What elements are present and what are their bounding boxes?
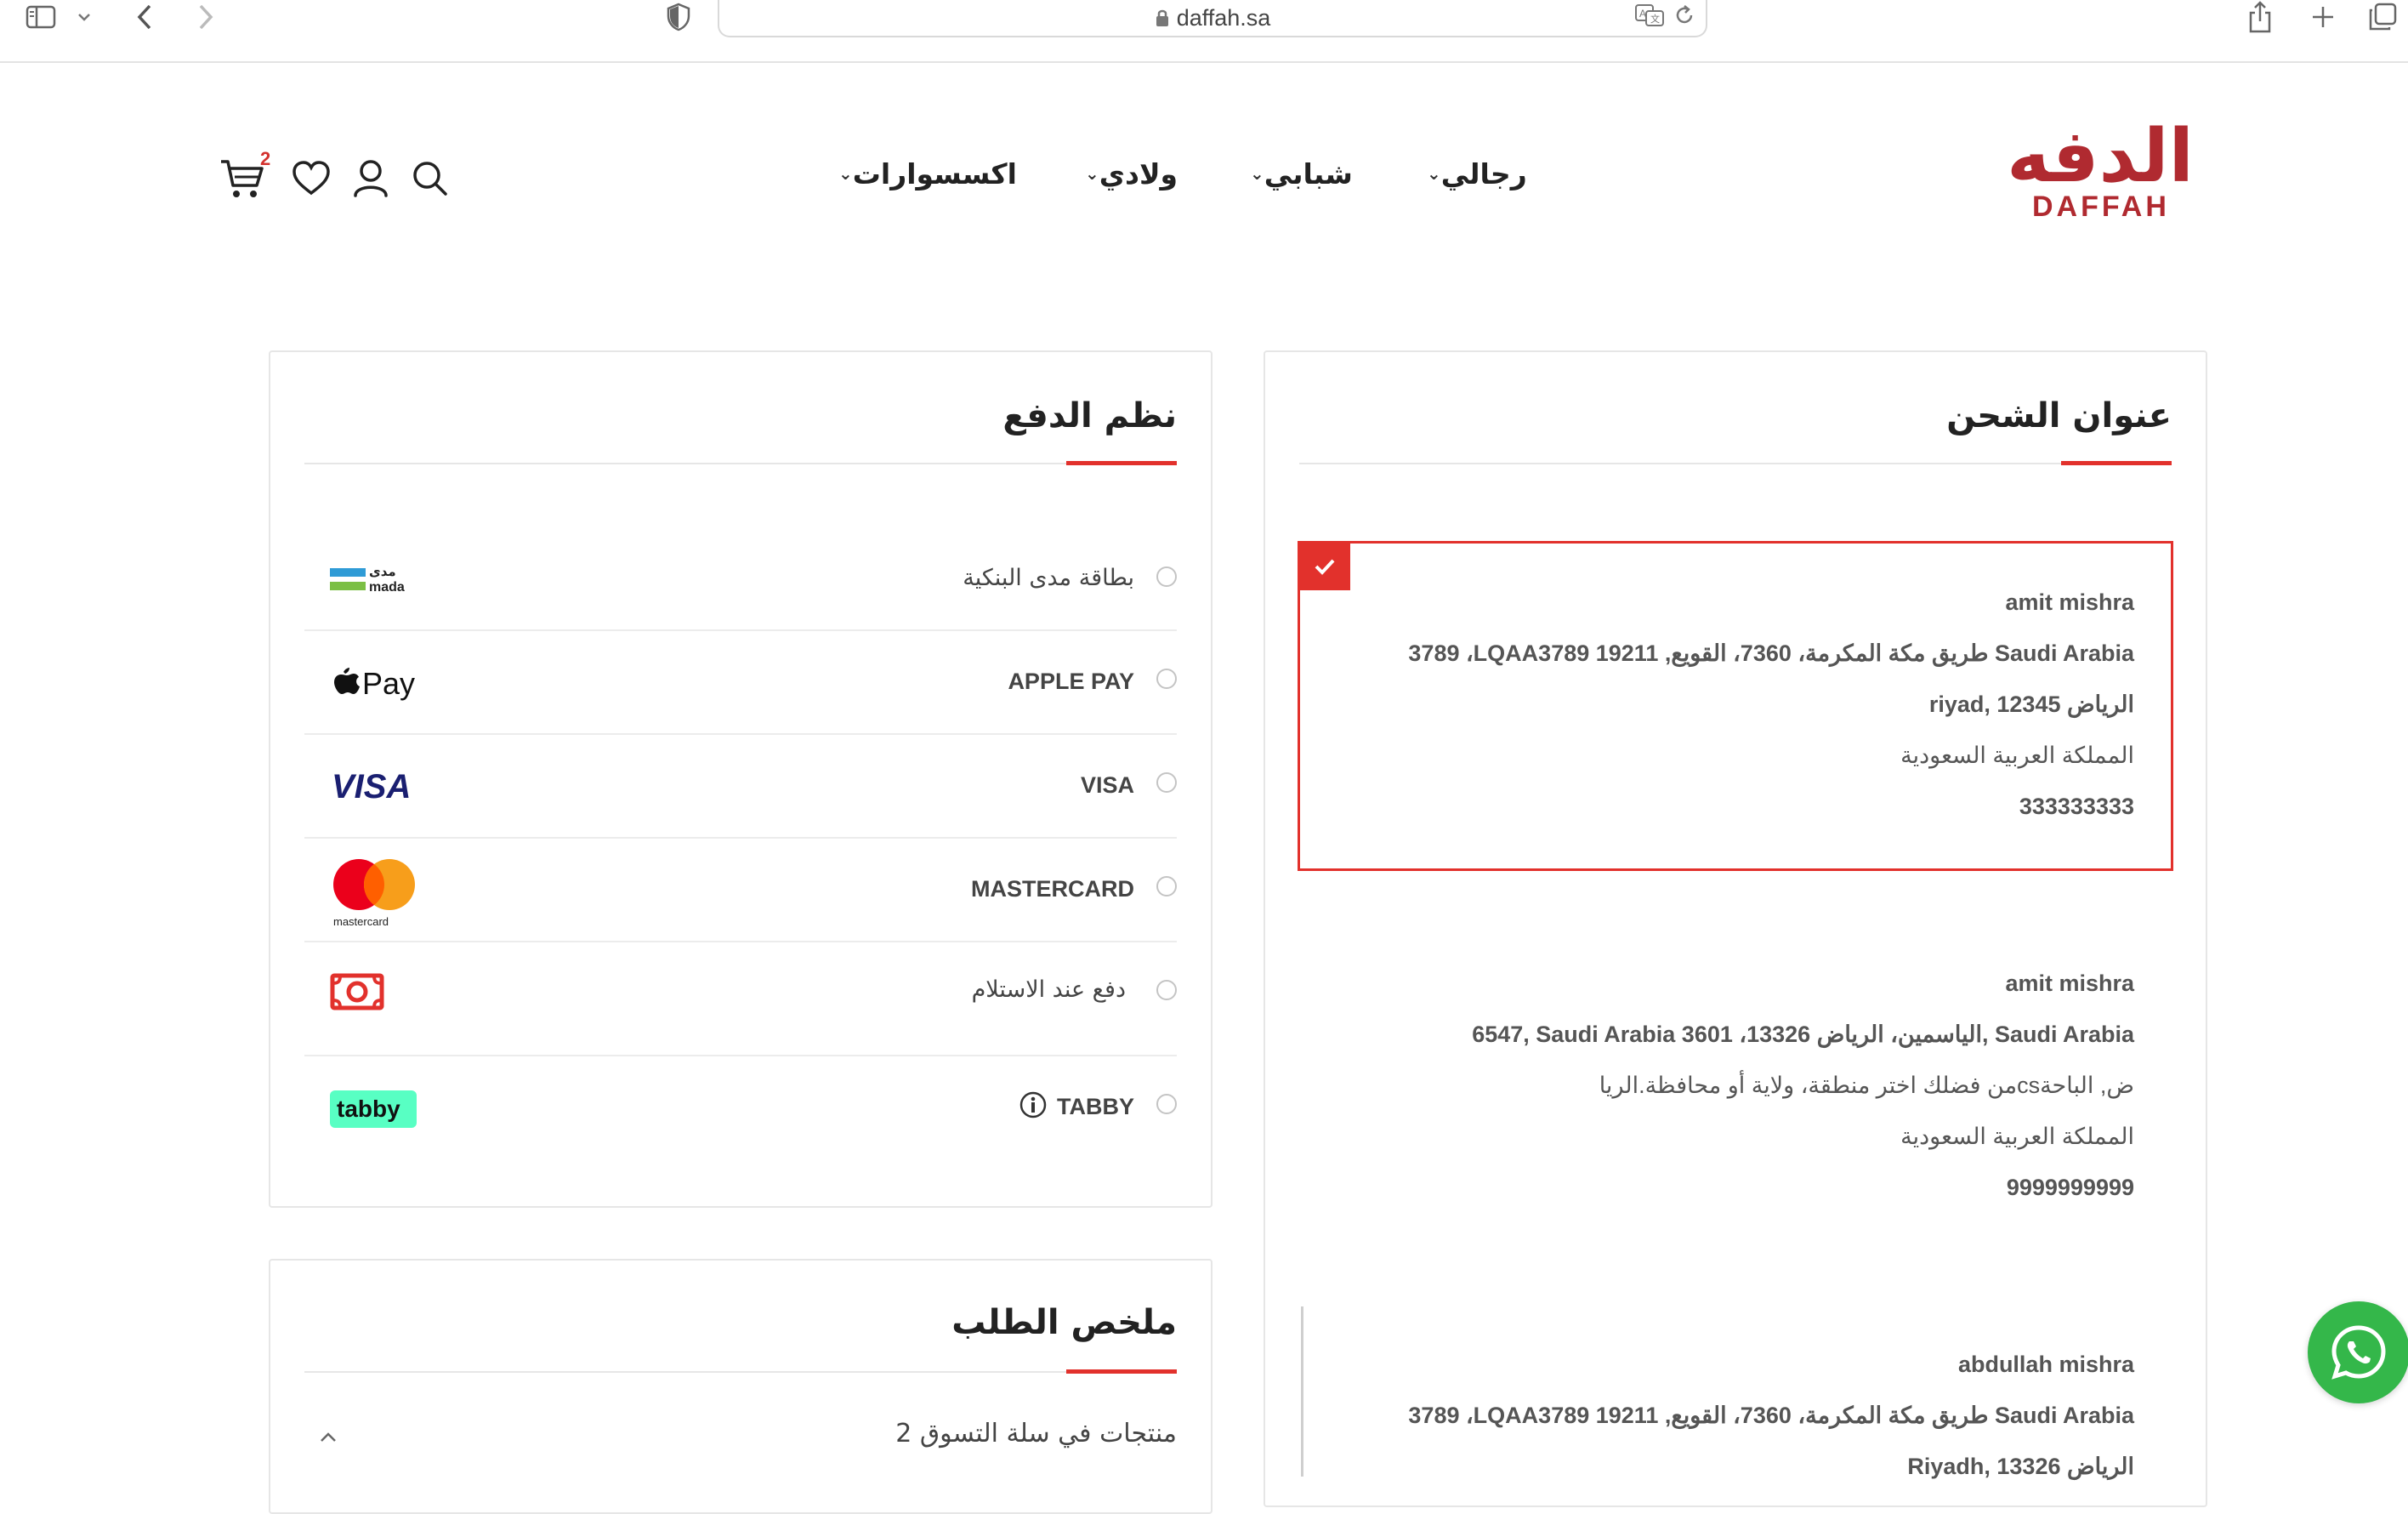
divider xyxy=(1299,463,2172,464)
payment-option-visa[interactable]: VISA VISA xyxy=(304,735,1177,839)
new-tab-icon[interactable] xyxy=(2306,0,2340,34)
browser-toolbar: daffah.sa A文 xyxy=(0,0,2408,63)
address-line: 3789 ،LQAA3789 طريق مكة المكرمة، 7360، ا… xyxy=(1408,640,2134,666)
payment-option-mada[interactable]: بطاقة مدى البنكية مدى mada xyxy=(304,522,1177,631)
address-phone: 333333333 xyxy=(2019,794,2134,819)
address-city: من فضلك اختر منطقة، ولاية أو محافظة.الري… xyxy=(1599,1073,2134,1098)
whatsapp-icon xyxy=(2331,1325,2386,1380)
info-icon[interactable] xyxy=(1019,1090,1048,1123)
tab-overview-icon[interactable] xyxy=(2365,0,2399,34)
translate-icon[interactable]: A文 xyxy=(1634,3,1667,31)
title-accent-bar xyxy=(1066,461,1177,465)
nav-accessories[interactable]: ⌄ اكسسوارات xyxy=(832,148,1017,199)
address-name: abdullah mishra xyxy=(1957,1352,2134,1377)
svg-text:tabby: tabby xyxy=(337,1096,400,1122)
svg-text:A: A xyxy=(1639,8,1646,20)
address-country: المملكة العربية السعودية xyxy=(1900,1124,2134,1149)
shipping-title: عنوان الشحن xyxy=(1946,396,2172,435)
visa-logo: VISA xyxy=(330,764,423,810)
address-phone: 9999999999 xyxy=(2006,1175,2134,1200)
sidebar-toggle-icon[interactable] xyxy=(22,0,60,34)
svg-text:VISA: VISA xyxy=(332,768,411,805)
shipping-address-panel: عنوان الشحن xyxy=(1264,350,2207,1507)
divider xyxy=(304,463,1177,464)
reload-icon[interactable] xyxy=(1673,3,1695,31)
svg-text:mada: mada xyxy=(369,580,405,595)
tabby-logo: tabby xyxy=(330,1090,418,1131)
radio-apple-pay[interactable] xyxy=(1156,669,1177,689)
payment-title: نظم الدفع xyxy=(1002,396,1177,435)
payment-option-tabby[interactable]: TABBY tabby xyxy=(304,1056,1177,1167)
radio-tabby[interactable] xyxy=(1156,1094,1177,1114)
mastercard-logo: mastercard xyxy=(330,852,423,932)
address-line: 6547, Saudi Arabia 3601 ،الياسمين، الريا… xyxy=(1472,1022,2134,1047)
address-bar[interactable]: daffah.sa A文 xyxy=(718,0,1707,37)
apple-pay-logo: Pay xyxy=(330,658,423,709)
order-summary-panel: ملخص الطلب 2 منتجات في سلة التسوق xyxy=(269,1259,1213,1514)
svg-text:mastercard: mastercard xyxy=(333,915,389,928)
chevron-down-icon[interactable] xyxy=(73,0,95,34)
nav-youth[interactable]: ⌄ شبابي xyxy=(1243,148,1353,199)
mada-logo: مدى mada xyxy=(330,563,415,600)
chevron-down-icon: ⌄ xyxy=(1250,163,1264,184)
daffah-logo[interactable]: الدفه DAFFAH xyxy=(1990,114,2195,284)
address-card-3-border xyxy=(1301,1306,1303,1477)
nav-men[interactable]: ⌄ رجالي xyxy=(1420,148,1527,199)
address-city: riyad, الرياض 12345 xyxy=(1928,692,2134,717)
address-line: 3789 ،LQAA3789 طريق مكة المكرمة، 7360، ا… xyxy=(1408,1403,2134,1428)
search-icon[interactable] xyxy=(408,157,452,201)
cart-icon[interactable] xyxy=(219,157,264,201)
svg-text:Pay: Pay xyxy=(362,666,415,701)
title-accent-bar xyxy=(1066,1369,1177,1374)
chevron-down-icon: ⌄ xyxy=(1427,163,1441,184)
summary-title: ملخص الطلب xyxy=(951,1303,1177,1342)
chevron-up-icon[interactable] xyxy=(318,1431,338,1448)
svg-text:مدى: مدى xyxy=(369,564,396,579)
payment-option-apple-pay[interactable]: APPLE PAY Pay xyxy=(304,631,1177,735)
selected-check-icon xyxy=(1299,543,1350,590)
share-icon[interactable] xyxy=(2243,0,2277,34)
site-header: الدفه DAFFAH ⌄ رجالي ⌄ شبابي ⌄ ولادي ⌄ ا… xyxy=(0,63,2408,250)
back-icon[interactable] xyxy=(128,0,162,34)
divider xyxy=(304,1371,1177,1373)
privacy-shield-icon[interactable] xyxy=(662,0,696,34)
address-card-2[interactable]: amit mishra 6547, Saudi Arabia 3601 ،الي… xyxy=(1472,958,2134,1213)
address-name: amit mishra xyxy=(2005,589,2134,615)
title-accent-bar xyxy=(2061,461,2172,465)
wishlist-heart-icon[interactable] xyxy=(289,157,333,201)
payment-option-mastercard[interactable]: MASTERCARD mastercard xyxy=(304,839,1177,942)
whatsapp-chat-button[interactable] xyxy=(2308,1301,2408,1403)
address-city: Riyadh, الرياض 13326 xyxy=(1907,1454,2134,1479)
forward-icon[interactable] xyxy=(189,0,223,34)
radio-cash-on-delivery[interactable] xyxy=(1156,980,1177,1000)
radio-visa[interactable] xyxy=(1156,772,1177,793)
chevron-down-icon: ⌄ xyxy=(838,163,853,184)
nav-boys[interactable]: ⌄ ولادي xyxy=(1078,148,1178,199)
radio-mastercard[interactable] xyxy=(1156,876,1177,896)
address-country: المملكة العربية السعودية xyxy=(1900,743,2134,768)
payment-option-cash-on-delivery[interactable]: دفع عند الاستلام xyxy=(304,942,1177,1056)
cart-count-badge: 2 xyxy=(260,148,271,169)
address-name: amit mishra xyxy=(2005,970,2134,996)
radio-mada[interactable] xyxy=(1156,566,1177,587)
address-card-3[interactable]: abdullah mishra 3789 ،LQAA3789 طريق مكة … xyxy=(1408,1339,2134,1492)
chevron-down-icon: ⌄ xyxy=(1085,163,1099,184)
cart-items-summary[interactable]: 2 منتجات في سلة التسوق xyxy=(895,1419,1177,1449)
account-icon[interactable] xyxy=(349,157,393,201)
lock-icon xyxy=(1155,8,1170,34)
payment-methods-panel: نظم الدفع بطاقة مدى البنكية مدى mada APP… xyxy=(269,350,1213,1208)
url-text: daffah.sa xyxy=(1176,5,1271,31)
address-card-1[interactable]: amit mishra 3789 ،LQAA3789 طريق مكة المك… xyxy=(1408,577,2134,832)
cash-icon xyxy=(330,973,384,1016)
svg-text:文: 文 xyxy=(1650,13,1660,25)
